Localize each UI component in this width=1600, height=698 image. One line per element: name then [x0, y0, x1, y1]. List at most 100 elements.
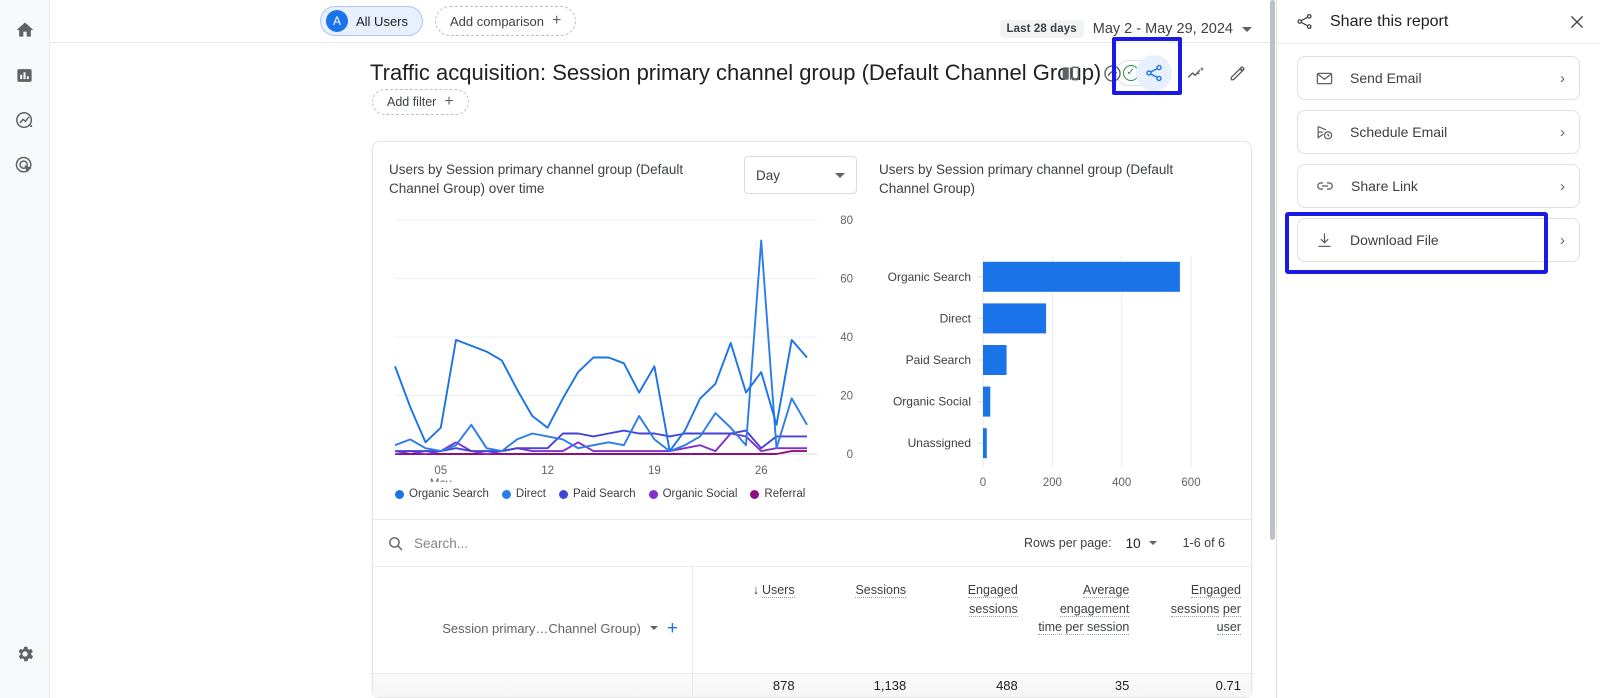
svg-text:600: 600 [1181, 477, 1200, 489]
svg-text:80: 80 [840, 215, 853, 227]
filter-row: Add filter + [50, 89, 1276, 115]
line-chart-plot: 0 20 40 60 80 05May 12 19 26 [389, 212, 879, 482]
legend-color-dot [395, 489, 404, 499]
svg-text:0: 0 [980, 477, 986, 489]
bar-chart-panel: Users by Session primary channel group (… [879, 160, 1239, 513]
pagination-range: 1-6 of 6 [1182, 536, 1225, 550]
svg-text:19: 19 [648, 465, 661, 477]
gear-icon[interactable] [9, 638, 41, 670]
report-title-row: Traffic acquisition: Session primary cha… [50, 37, 1276, 95]
data-table: Search... Rows per page: 10 1-6 of 6 Ses… [373, 519, 1251, 697]
bar-paid-search [983, 345, 1007, 375]
insights-icon[interactable] [1094, 55, 1130, 91]
svg-text:05: 05 [434, 465, 447, 477]
chevron-down-icon [835, 172, 845, 178]
share-option-send-email[interactable]: Send Email › [1297, 56, 1580, 100]
table-cell-total: 0.71 [1215, 678, 1241, 693]
share-option-label: Schedule Email [1350, 124, 1448, 140]
legend-item-paid-search[interactable]: Paid Search [558, 488, 636, 500]
reports-icon[interactable] [9, 59, 41, 91]
explore-icon[interactable] [9, 104, 41, 136]
granularity-select[interactable]: Day [744, 156, 857, 194]
search-input[interactable]: Search... [387, 535, 1024, 552]
svg-text:Organic Search: Organic Search [888, 270, 971, 284]
chip-all-users[interactable]: A All Users [320, 6, 424, 36]
column-header-engaged-sessions[interactable]: Engaged sessions [916, 567, 1028, 673]
metric-column-headers: ↓ Users Sessions Engaged sessions Average en… [693, 567, 1251, 673]
customize-report-icon[interactable] [1178, 55, 1214, 91]
table-cell-total: 35 [1114, 678, 1130, 693]
legend-color-dot [750, 489, 760, 499]
svg-text:0: 0 [847, 449, 853, 461]
column-header-average-engagement-time-per-session[interactable]: Average engagement time per session [1028, 567, 1140, 673]
chevron-down-icon[interactable] [649, 626, 658, 630]
add-comparison-button[interactable]: Add comparison + [435, 6, 577, 36]
legend-color-dot [501, 489, 511, 499]
advertising-icon[interactable] [9, 149, 41, 181]
share-icon[interactable] [1136, 55, 1172, 91]
search-icon [389, 536, 403, 550]
chevron-down-icon [1242, 26, 1252, 32]
download-icon [1315, 231, 1334, 250]
svg-text:200: 200 [1043, 477, 1062, 489]
share-option-download-file[interactable]: Download File › [1297, 218, 1580, 262]
legend-item-referral[interactable]: Referral [750, 488, 805, 500]
share-option-schedule-email[interactable]: Schedule Email › [1297, 110, 1580, 154]
bar-chart-svg: 0 200 400 600 Organic Search Direct Paid Searc… [888, 256, 1201, 489]
add-filter-button[interactable]: Add filter + [372, 89, 469, 115]
rows-per-page-label: Rows per page: [1024, 536, 1112, 550]
table-row: 878 1,138 488 35 0.71 [373, 673, 1251, 697]
svg-text:60: 60 [840, 274, 853, 286]
svg-text:May: May [430, 478, 452, 482]
scrollbar-thumb[interactable] [1270, 0, 1275, 540]
edit-pencil-icon[interactable] [1220, 55, 1256, 91]
chip-all-users-label: All Users [356, 13, 409, 29]
dimension-column-header[interactable]: Session primary…Channel Group) + [373, 567, 693, 673]
legend-label: Paid Search [572, 488, 636, 500]
add-filter-label: Add filter [387, 95, 437, 109]
report-card: Users by Session primary channel group (… [372, 141, 1252, 698]
bar-organic-search [983, 261, 1180, 292]
main-content: A All Users Add comparison + Last 28 day… [50, 0, 1276, 698]
chevron-down-icon [1148, 541, 1157, 545]
share-panel-title: Share this report [1330, 12, 1449, 30]
svg-text:Paid Search: Paid Search [906, 353, 971, 367]
link-icon [1315, 176, 1335, 196]
legend-item-direct[interactable]: Direct [501, 488, 546, 500]
plus-icon: + [444, 93, 454, 110]
legend-color-dot [648, 489, 658, 499]
share-option-share-link[interactable]: Share Link › [1297, 164, 1580, 208]
legend-item-organic-search[interactable]: Organic Search [395, 488, 489, 500]
column-header-sessions[interactable]: Sessions [805, 567, 917, 673]
compare-icon[interactable] [1052, 55, 1088, 91]
table-cell-total: 878 [772, 678, 795, 693]
charts-area: Users by Session primary channel group (… [373, 142, 1251, 519]
main-scrollbar[interactable] [1268, 0, 1276, 698]
schedule-send-icon [1315, 123, 1334, 142]
add-comparison-label: Add comparison [450, 13, 544, 29]
close-icon[interactable] [1568, 13, 1586, 31]
chevron-right-icon: › [1560, 177, 1565, 195]
share-option-label: Download File [1350, 232, 1439, 248]
share-icon [1295, 12, 1314, 31]
legend-label: Organic Social [662, 488, 738, 500]
table-toolbar: Search... Rows per page: 10 1-6 of 6 [373, 520, 1251, 566]
share-option-label: Send Email [1350, 70, 1422, 86]
legend-label: Referral [764, 488, 806, 500]
add-dimension-icon[interactable]: + [667, 619, 678, 638]
column-header-users[interactable]: ↓ Users [693, 567, 805, 673]
bar-organic-social [983, 386, 991, 417]
column-header-engaged-sessions-per-user[interactable]: Engaged sessions per user [1139, 567, 1251, 673]
bar-unassigned [983, 428, 987, 459]
svg-text:20: 20 [840, 391, 853, 403]
legend-item-organic-social[interactable]: Organic Social [648, 488, 738, 500]
rows-per-page[interactable]: Rows per page: 10 [1024, 536, 1157, 551]
bar-chart-title: Users by Session primary channel group (… [879, 162, 1174, 196]
chevron-right-icon: › [1560, 69, 1565, 87]
table-cell-dimension [373, 674, 693, 697]
home-icon[interactable] [9, 14, 41, 46]
line-chart-panel: Users by Session primary channel group (… [379, 156, 879, 513]
svg-text:26: 26 [755, 465, 768, 477]
svg-text:Unassigned: Unassigned [908, 436, 971, 450]
legend-label: Direct [515, 488, 546, 500]
